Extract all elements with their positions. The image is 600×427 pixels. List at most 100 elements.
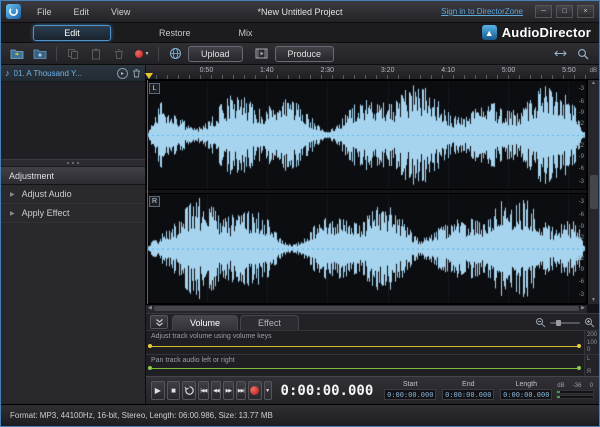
menu-edit[interactable]: Edit — [64, 4, 100, 20]
zoom-tool-button[interactable] — [573, 45, 593, 63]
menu-file[interactable]: File — [27, 4, 62, 20]
copy-button[interactable] — [63, 45, 83, 63]
track-list-item[interactable]: ♪ 01. A Thousand Y... ▸ — [1, 65, 145, 82]
channel-left-label: L — [149, 83, 160, 94]
volume-keyframe-start[interactable] — [148, 344, 152, 349]
statusbar: Format: MP3, 44100Hz, 16-bit, Stereo, Le… — [1, 404, 599, 426]
upload-icon — [165, 45, 185, 63]
music-note-icon: ♪ — [5, 68, 10, 78]
pan-keyframe-track[interactable]: Pan track audio left or right L R — [146, 354, 599, 377]
scroll-left-icon[interactable]: ◀ — [148, 306, 152, 311]
db-label: -12 — [575, 256, 584, 263]
zoom-slider-knob[interactable] — [556, 319, 561, 326]
open-media-button[interactable] — [7, 45, 27, 63]
fit-timeline-button[interactable] — [550, 45, 570, 63]
playhead-line — [147, 80, 148, 304]
track-status-icon[interactable]: ▸ — [117, 67, 128, 79]
meter-bar-right — [556, 394, 594, 399]
close-button[interactable]: × — [577, 5, 594, 18]
tab-volume[interactable]: Volume — [172, 315, 239, 331]
adjustment-header: Adjustment — [1, 167, 145, 185]
upload-button[interactable]: Upload — [188, 45, 243, 62]
paste-button[interactable] — [86, 45, 106, 63]
toolbar-separator — [158, 46, 159, 61]
minimize-button[interactable]: ─ — [535, 5, 552, 18]
collapse-panel-button[interactable] — [150, 315, 168, 330]
zoom-slider[interactable] — [550, 319, 580, 326]
pan-keyframe-start[interactable] — [148, 365, 152, 370]
apply-effect-item[interactable]: ▶ Apply Effect — [1, 204, 145, 223]
signin-directorzone-link[interactable]: Sign in to DirectorZone — [441, 7, 523, 16]
file-info-text: Format: MP3, 44100Hz, 16-bit, Stereo, Le… — [10, 411, 273, 420]
audiodirector-window: File Edit View *New Untitled Project Sig… — [0, 0, 600, 427]
vertical-scrollbar[interactable]: ▲ ▼ — [587, 80, 599, 304]
forward-button[interactable]: ▶▶ — [223, 381, 234, 401]
record-dropdown-button[interactable]: ▼ — [263, 381, 272, 401]
media-library: ♪ 01. A Thousand Y... ▸ — [1, 65, 145, 159]
marker-dropdown-button[interactable]: ▼ — [132, 45, 152, 63]
horizontal-scroll-thumb[interactable] — [153, 306, 580, 312]
volume-keyframe-line[interactable] — [148, 344, 581, 349]
pan-scale: L R — [584, 355, 599, 377]
start-label: Start — [402, 381, 418, 389]
length-value[interactable]: 0:00:00.000 — [500, 389, 553, 401]
end-value[interactable]: 0:00:00.000 — [442, 389, 495, 401]
pan-keyframe-end[interactable] — [577, 365, 581, 370]
transport-bar: ▶ ■ |◀◀ ◀◀ ▶▶ ▶▶| ▼ 0:00:00.000 Start 0:… — [146, 376, 599, 404]
stop-button[interactable]: ■ — [166, 381, 181, 401]
menu-view[interactable]: View — [101, 4, 140, 20]
pan-keyframe-line[interactable] — [148, 365, 581, 370]
record-button[interactable] — [247, 381, 262, 401]
tab-restore[interactable]: Restore — [159, 26, 191, 40]
brand-name: AudioDirector — [501, 25, 591, 40]
seek-start-button[interactable]: |◀◀ — [198, 381, 209, 401]
db-label: -12 — [575, 234, 584, 241]
meter-tick-label: 0 — [589, 382, 593, 389]
vertical-scroll-thumb[interactable] — [589, 174, 598, 209]
adjust-audio-item[interactable]: ▶ Adjust Audio — [1, 185, 145, 204]
tab-mix[interactable]: Mix — [239, 26, 253, 40]
pan-hint: Pan track audio left or right — [151, 357, 235, 365]
tab-effect[interactable]: Effect — [240, 315, 299, 331]
titlebar: File Edit View *New Untitled Project Sig… — [1, 1, 599, 23]
waveform-canvas-left[interactable] — [147, 81, 586, 190]
volume-keyframe-end[interactable] — [577, 344, 581, 349]
scroll-down-icon[interactable]: ▼ — [591, 297, 596, 303]
panel-splitter[interactable] — [1, 159, 145, 167]
db-label: -3 — [578, 198, 584, 205]
zoom-out-icon[interactable] — [535, 317, 546, 328]
scroll-right-icon[interactable]: ▶ — [581, 306, 585, 311]
import-media-button[interactable] — [30, 45, 50, 63]
start-value[interactable]: 0:00:00.000 — [384, 389, 437, 401]
db-label: -9 — [578, 267, 584, 274]
loop-button[interactable] — [182, 381, 197, 401]
channel-left[interactable]: L -3 -6 -9 -12 -12 -9 -6 -3 — [146, 80, 587, 191]
horizontal-scrollbar[interactable]: ◀ ▶ — [146, 303, 587, 313]
marker-icon — [134, 49, 143, 58]
toolbar: ▼ Upload Produce — [1, 43, 599, 65]
waveform-canvas-right[interactable] — [147, 194, 586, 303]
time-display: 0:00:00.000 — [280, 382, 374, 399]
delete-track-icon[interactable] — [132, 68, 141, 78]
play-button[interactable]: ▶ — [151, 381, 165, 401]
db-label: -3 — [578, 178, 584, 185]
produce-button[interactable]: Produce — [274, 45, 335, 62]
start-field: Start 0:00:00.000 — [384, 381, 437, 401]
timeline-ruler[interactable]: 0:50 1:40 2:30 3:20 4:10 5:00 5:50 dB — [145, 65, 599, 80]
pan-scale-label: R — [587, 369, 592, 376]
meter-tick-label: -36 — [572, 382, 582, 389]
meter-unit-label: dB — [557, 382, 565, 389]
maximize-button[interactable]: □ — [556, 5, 573, 18]
volume-keyframe-track[interactable]: Adjust track volume using volume keys 20… — [146, 330, 599, 355]
delete-button[interactable] — [109, 45, 129, 63]
playhead-marker[interactable] — [145, 73, 153, 79]
zoom-in-icon[interactable] — [584, 317, 595, 328]
length-label: Length — [515, 381, 537, 389]
channel-right[interactable]: R -3 -6 -9 -12 -12 -9 -6 -3 — [146, 193, 587, 304]
seek-end-button[interactable]: ▶▶| — [235, 381, 246, 401]
scroll-up-icon[interactable]: ▲ — [591, 81, 596, 86]
volume-scale-label: 100 — [587, 339, 598, 346]
rewind-button[interactable]: ◀◀ — [210, 381, 222, 401]
db-label: -12 — [575, 121, 584, 128]
tab-edit[interactable]: Edit — [33, 24, 111, 41]
